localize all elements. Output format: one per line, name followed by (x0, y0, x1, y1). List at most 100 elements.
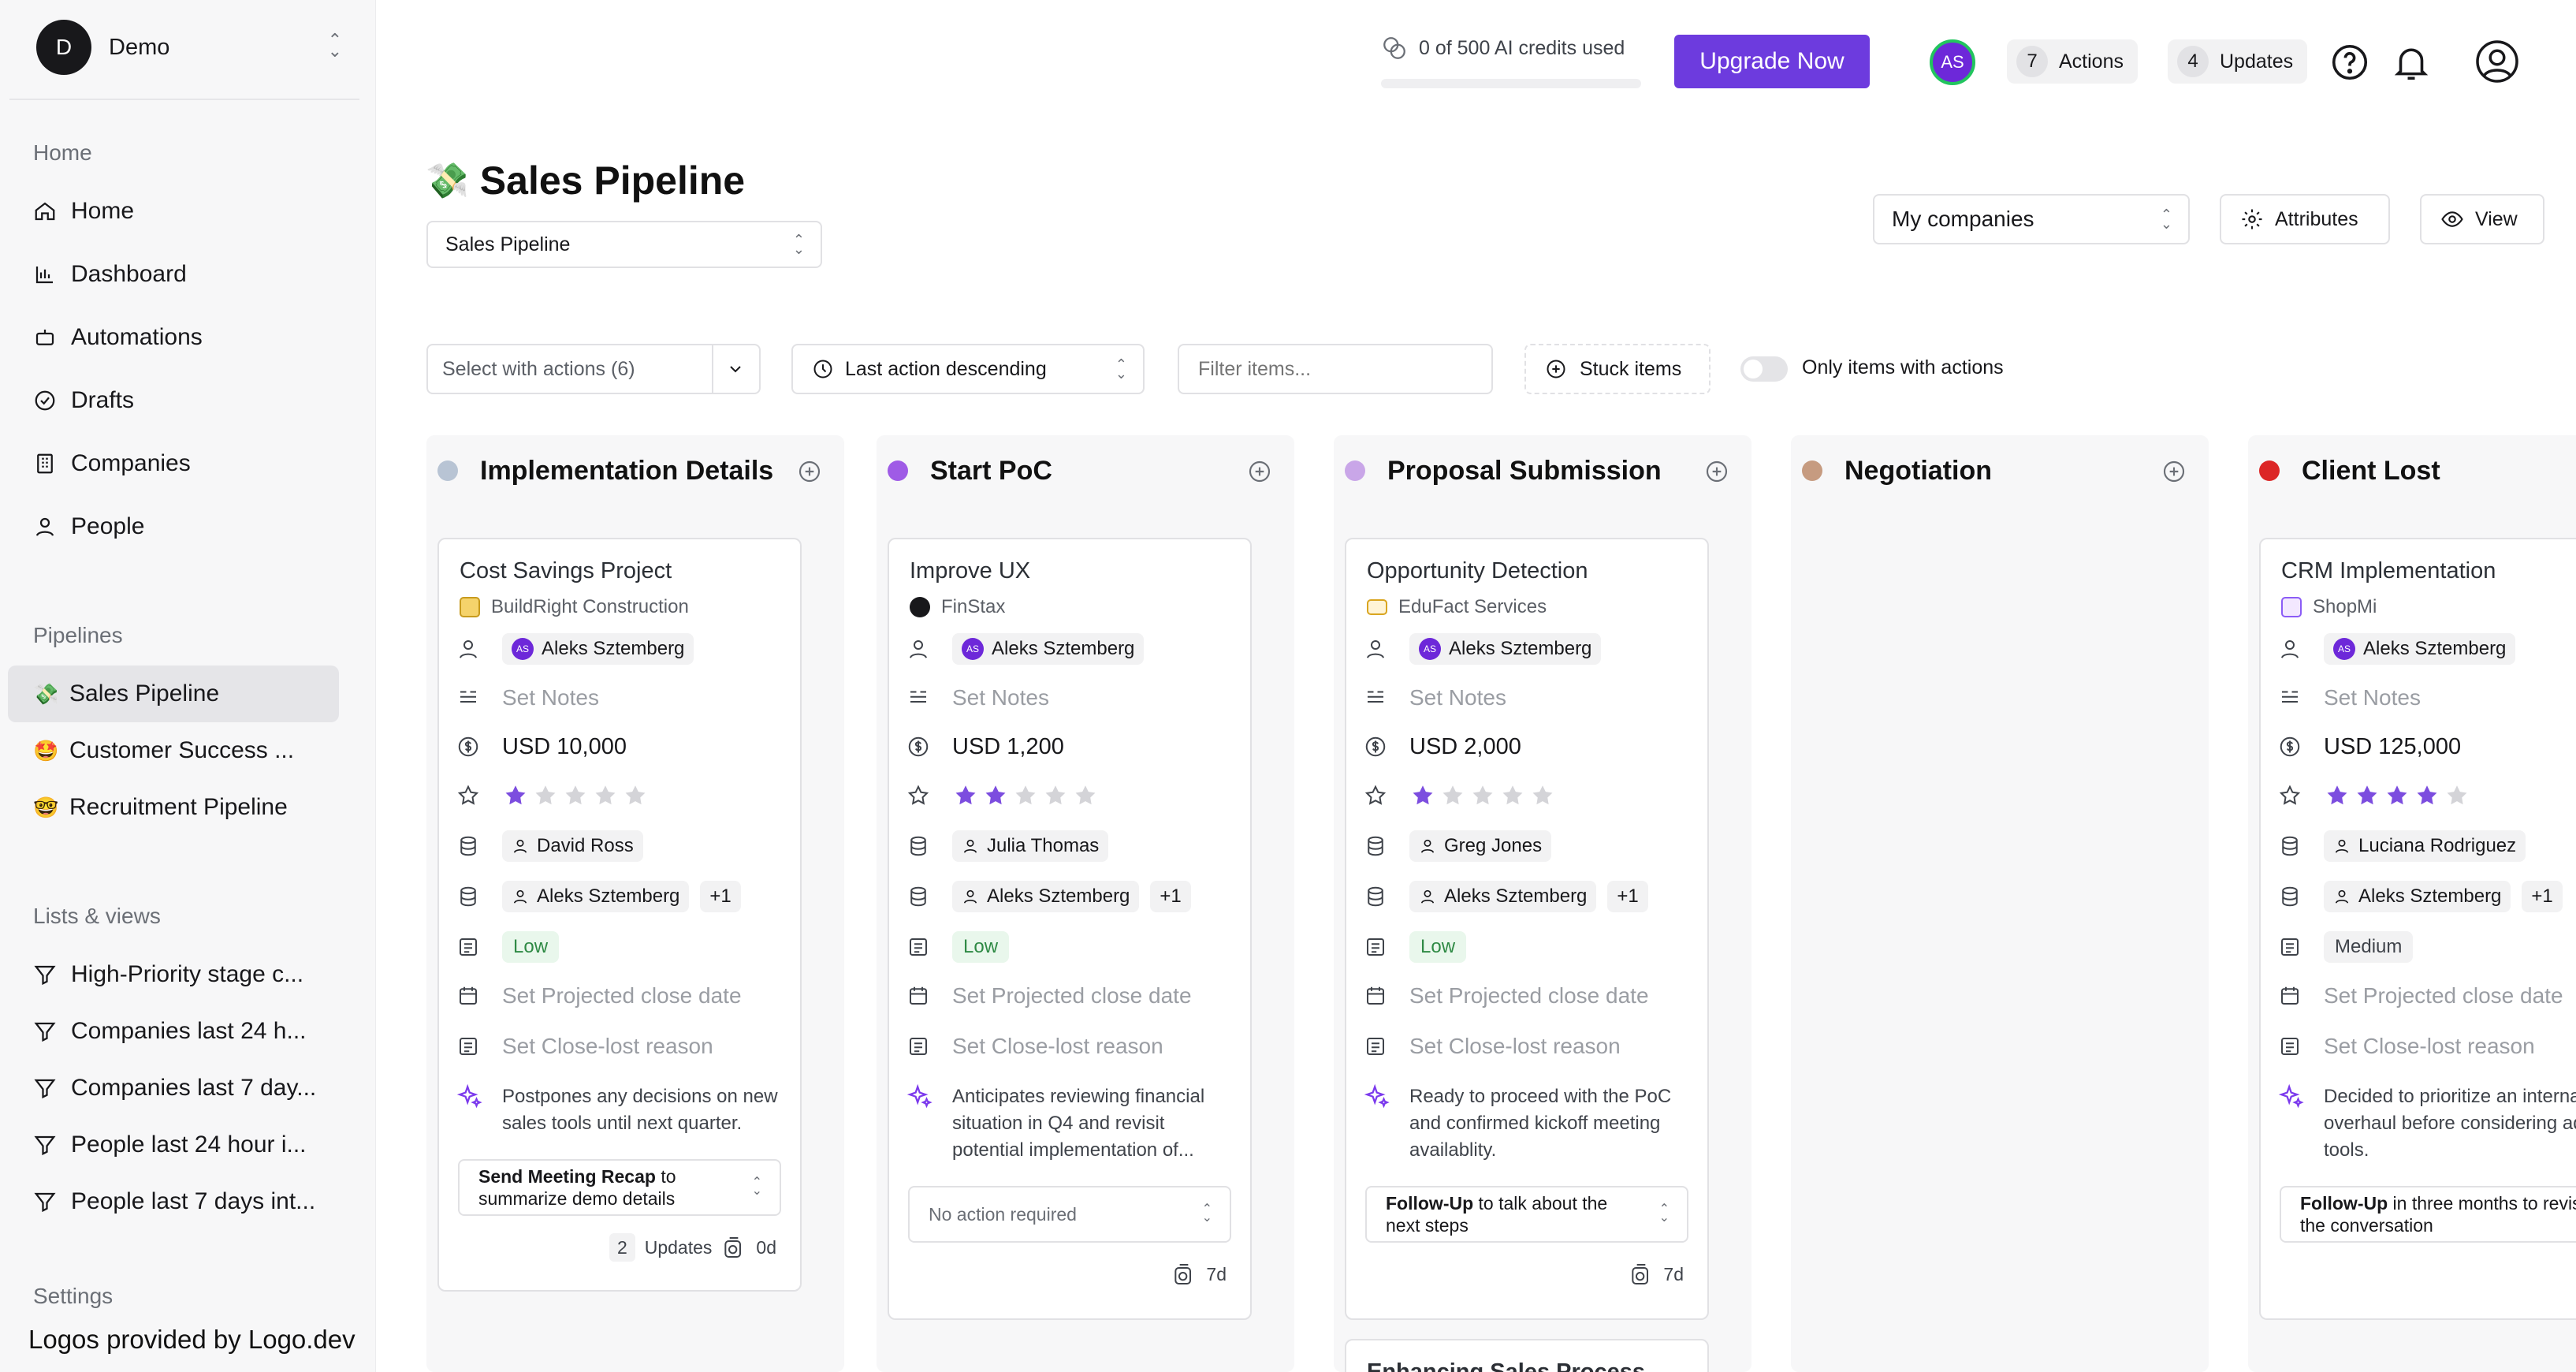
help-icon[interactable] (2328, 41, 2371, 84)
sidebar-item-customer-success[interactable]: 🤩 Customer Success ... (8, 722, 339, 779)
star-filled-icon[interactable] (2324, 782, 2351, 809)
star-filled-icon[interactable] (952, 782, 979, 809)
star-rating[interactable] (1409, 782, 1556, 809)
star-empty-icon[interactable] (1529, 782, 1556, 809)
star-empty-icon[interactable] (2444, 782, 2470, 809)
star-rating[interactable] (952, 782, 1099, 809)
next-action-select[interactable]: Send Meeting Recap to summarize demo det… (458, 1159, 781, 1216)
star-empty-icon[interactable] (1439, 782, 1466, 809)
star-empty-icon[interactable] (532, 782, 559, 809)
close-reason-row[interactable]: Set Close-lost reason (2278, 1027, 2576, 1066)
close-reason-row[interactable]: Set Close-lost reason (456, 1027, 786, 1066)
next-action-select[interactable]: Follow-Up to talk about the next steps ⌃… (1365, 1186, 1688, 1243)
add-card-icon[interactable] (797, 459, 822, 484)
value-row[interactable]: USD 2,000 (1364, 727, 1693, 766)
contact-row[interactable]: Luciana Rodriguez (2278, 826, 2576, 866)
rating-row[interactable] (2278, 776, 2576, 815)
contact-row[interactable]: Greg Jones (1364, 826, 1693, 866)
deal-card[interactable]: Improve UX FinStax AS Aleks Sztemberg Set… (888, 538, 1252, 1320)
add-card-icon[interactable] (1704, 459, 1729, 484)
rating-row[interactable] (456, 776, 786, 815)
notes-row[interactable]: Set Notes (456, 678, 786, 718)
more-chip[interactable]: +1 (700, 881, 741, 912)
close-date-row[interactable]: Set Projected close date (456, 976, 786, 1016)
team-chip[interactable]: Aleks Sztemberg (2324, 881, 2511, 912)
contact-row[interactable]: David Ross (456, 826, 786, 866)
select-actions-dropdown[interactable]: Select with actions (6) (426, 344, 761, 394)
updates-button[interactable]: 4 Updates (2168, 39, 2308, 84)
contact-chip[interactable]: Luciana Rodriguez (2324, 830, 2526, 862)
contact-chip[interactable]: Julia Thomas (952, 830, 1109, 862)
star-empty-icon[interactable] (1499, 782, 1526, 809)
stuck-items-button[interactable]: Stuck items (1524, 344, 1711, 394)
team-row[interactable]: Aleks Sztemberg +1 (906, 877, 1236, 916)
value-row[interactable]: USD 125,000 (2278, 727, 2576, 766)
sidebar-item-list[interactable]: People last 24 hour i... (8, 1117, 339, 1173)
owner-chip[interactable]: AS Aleks Sztemberg (2324, 633, 2516, 665)
close-date-row[interactable]: Set Projected close date (906, 976, 1236, 1016)
sidebar-item-people[interactable]: People (8, 498, 339, 555)
rating-row[interactable] (1364, 776, 1693, 815)
star-filled-icon[interactable] (502, 782, 529, 809)
add-card-icon[interactable] (2161, 459, 2187, 484)
rating-row[interactable] (906, 776, 1236, 815)
sidebar-item-recruitment-pipeline[interactable]: 🤓 Recruitment Pipeline (8, 779, 339, 836)
team-chip[interactable]: Aleks Sztemberg (952, 881, 1140, 912)
sidebar-item-list[interactable]: High-Priority stage c... (8, 946, 339, 1003)
more-chip[interactable]: +1 (1607, 881, 1648, 912)
profile-icon[interactable] (2474, 38, 2521, 85)
actions-button[interactable]: 7 Actions (2007, 39, 2138, 84)
star-empty-icon[interactable] (1012, 782, 1039, 809)
filter-input[interactable] (1178, 344, 1493, 394)
sidebar-item-dashboard[interactable]: Dashboard (8, 246, 339, 303)
pipeline-select[interactable]: Sales Pipeline ⌃ ⌄ (426, 221, 822, 268)
priority-row[interactable]: Low (906, 927, 1236, 967)
priority-row[interactable]: Low (1364, 927, 1693, 967)
star-filled-icon[interactable] (982, 782, 1009, 809)
contact-chip[interactable]: David Ross (502, 830, 643, 862)
star-empty-icon[interactable] (1072, 782, 1099, 809)
only-actions-toggle[interactable] (1740, 356, 1788, 382)
team-row[interactable]: Aleks Sztemberg +1 (1364, 877, 1693, 916)
star-rating[interactable] (502, 782, 649, 809)
deal-card[interactable]: Cost Savings Project BuildRight Construc… (437, 538, 802, 1292)
star-filled-icon[interactable] (2414, 782, 2440, 809)
owner-row[interactable]: AS Aleks Sztemberg (2278, 629, 2576, 669)
sort-select[interactable]: Last action descending ⌃ ⌄ (791, 344, 1145, 394)
star-empty-icon[interactable] (592, 782, 619, 809)
value-row[interactable]: USD 1,200 (906, 727, 1236, 766)
close-date-row[interactable]: Set Projected close date (2278, 976, 2576, 1016)
sidebar-item-drafts[interactable]: Drafts (8, 372, 339, 429)
team-row[interactable]: Aleks Sztemberg +1 (2278, 877, 2576, 916)
sidebar-item-companies[interactable]: Companies (8, 435, 339, 492)
attributes-button[interactable]: Attributes (2220, 194, 2390, 244)
contact-row[interactable]: Julia Thomas (906, 826, 1236, 866)
companies-select[interactable]: My companies ⌃ ⌄ (1873, 194, 2190, 244)
close-reason-row[interactable]: Set Close-lost reason (1364, 1027, 1693, 1066)
updates-label[interactable]: Updates (645, 1237, 713, 1258)
owner-row[interactable]: AS Aleks Sztemberg (456, 629, 786, 669)
team-chip[interactable]: Aleks Sztemberg (502, 881, 690, 912)
card-company[interactable]: FinStax (910, 596, 1005, 618)
sidebar-item-automations[interactable]: Automations (8, 309, 339, 366)
more-chip[interactable]: +1 (2522, 881, 2563, 912)
priority-row[interactable]: Low (456, 927, 786, 967)
priority-row[interactable]: Medium (2278, 927, 2576, 967)
team-chip[interactable]: Aleks Sztemberg (1409, 881, 1597, 912)
deal-card[interactable]: Enhancing Sales Process (1345, 1339, 1709, 1372)
contact-chip[interactable]: Greg Jones (1409, 830, 1552, 862)
sidebar-item-sales-pipeline[interactable]: 💸 Sales Pipeline (8, 665, 339, 722)
star-filled-icon[interactable] (2354, 782, 2381, 809)
sidebar-item-list[interactable]: Companies last 24 h... (8, 1003, 339, 1060)
deal-card[interactable]: CRM Implementation ShopMi AS Aleks Sztemb… (2259, 538, 2576, 1320)
value-row[interactable]: USD 10,000 (456, 727, 786, 766)
sidebar-item-list[interactable]: Companies last 7 day... (8, 1060, 339, 1117)
notes-row[interactable]: Set Notes (906, 678, 1236, 718)
star-filled-icon[interactable] (1409, 782, 1436, 809)
more-chip[interactable]: +1 (1150, 881, 1191, 912)
deal-card[interactable]: Opportunity Detection EduFact Services A… (1345, 538, 1709, 1320)
star-empty-icon[interactable] (1469, 782, 1496, 809)
bell-icon[interactable] (2390, 41, 2433, 84)
next-action-select[interactable]: Follow-Up in three months to revisit the… (2280, 1186, 2576, 1243)
workspace-switcher[interactable]: D Demo ⌃ ⌄ (9, 11, 361, 84)
